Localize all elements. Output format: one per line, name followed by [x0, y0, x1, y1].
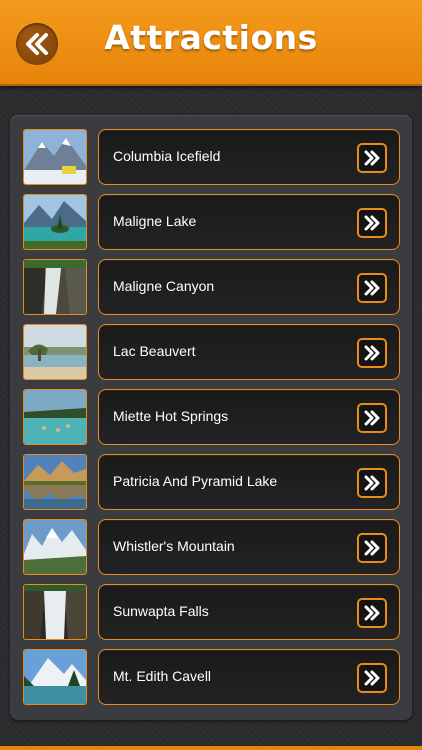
attraction-row-button[interactable]: Maligne Canyon: [98, 259, 400, 315]
attraction-label: Maligne Canyon: [113, 278, 215, 294]
list-item[interactable]: Sunwapta Falls: [23, 584, 400, 641]
list-item[interactable]: Patricia And Pyramid Lake: [23, 454, 400, 511]
attraction-thumbnail[interactable]: [23, 324, 87, 380]
open-attraction-button[interactable]: [357, 208, 387, 238]
attraction-row-button[interactable]: Mt. Edith Cavell: [98, 649, 400, 705]
open-attraction-button[interactable]: [357, 338, 387, 368]
attraction-thumbnail[interactable]: [23, 194, 87, 250]
attraction-thumbnail[interactable]: [23, 259, 87, 315]
list-item[interactable]: Whistler's Mountain: [23, 519, 400, 576]
attraction-label: Columbia Icefield: [113, 148, 221, 164]
double-chevron-right-icon: [364, 150, 380, 166]
double-chevron-right-icon: [364, 410, 380, 426]
list-item[interactable]: Columbia Icefield: [23, 129, 400, 186]
open-attraction-button[interactable]: [357, 468, 387, 498]
double-chevron-right-icon: [364, 670, 380, 686]
double-chevron-right-icon: [364, 540, 380, 556]
list-item[interactable]: Miette Hot Springs: [23, 389, 400, 446]
double-chevron-right-icon: [364, 345, 380, 361]
attraction-label: Sunwapta Falls: [113, 603, 209, 619]
double-chevron-right-icon: [364, 475, 380, 491]
attraction-thumbnail[interactable]: [23, 649, 87, 705]
open-attraction-button[interactable]: [357, 533, 387, 563]
attraction-row-button[interactable]: Columbia Icefield: [98, 129, 400, 185]
attraction-label: Whistler's Mountain: [113, 538, 235, 554]
attraction-label: Maligne Lake: [113, 213, 197, 229]
attraction-thumbnail[interactable]: [23, 389, 87, 445]
list-item[interactable]: Mt. Edith Cavell: [23, 649, 400, 706]
open-attraction-button[interactable]: [357, 403, 387, 433]
page-title: Attractions: [104, 18, 318, 57]
open-attraction-button[interactable]: [357, 273, 387, 303]
attraction-label: Patricia And Pyramid Lake: [113, 473, 278, 489]
double-chevron-right-icon: [364, 605, 380, 621]
list-item[interactable]: Maligne Lake: [23, 194, 400, 251]
attraction-thumbnail[interactable]: [23, 584, 87, 640]
bottom-accent-bar: [0, 746, 422, 750]
attraction-label: Miette Hot Springs: [113, 408, 229, 424]
attraction-label: Mt. Edith Cavell: [113, 668, 212, 684]
attraction-thumbnail[interactable]: [23, 454, 87, 510]
attraction-row-button[interactable]: Patricia And Pyramid Lake: [98, 454, 400, 510]
attraction-row-button[interactable]: Sunwapta Falls: [98, 584, 400, 640]
attraction-row-button[interactable]: Miette Hot Springs: [98, 389, 400, 445]
open-attraction-button[interactable]: [357, 143, 387, 173]
open-attraction-button[interactable]: [357, 663, 387, 693]
open-attraction-button[interactable]: [357, 598, 387, 628]
navigation-bar: Attractions: [0, 0, 422, 86]
list-item[interactable]: Lac Beauvert: [23, 324, 400, 381]
attraction-row-button[interactable]: Maligne Lake: [98, 194, 400, 250]
attraction-label: Lac Beauvert: [113, 343, 196, 359]
attraction-thumbnail[interactable]: [23, 519, 87, 575]
attraction-row-button[interactable]: Lac Beauvert: [98, 324, 400, 380]
double-chevron-right-icon: [364, 215, 380, 231]
attraction-thumbnail[interactable]: [23, 129, 87, 185]
list-item[interactable]: Maligne Canyon: [23, 259, 400, 316]
attraction-row-button[interactable]: Whistler's Mountain: [98, 519, 400, 575]
double-chevron-right-icon: [364, 280, 380, 296]
